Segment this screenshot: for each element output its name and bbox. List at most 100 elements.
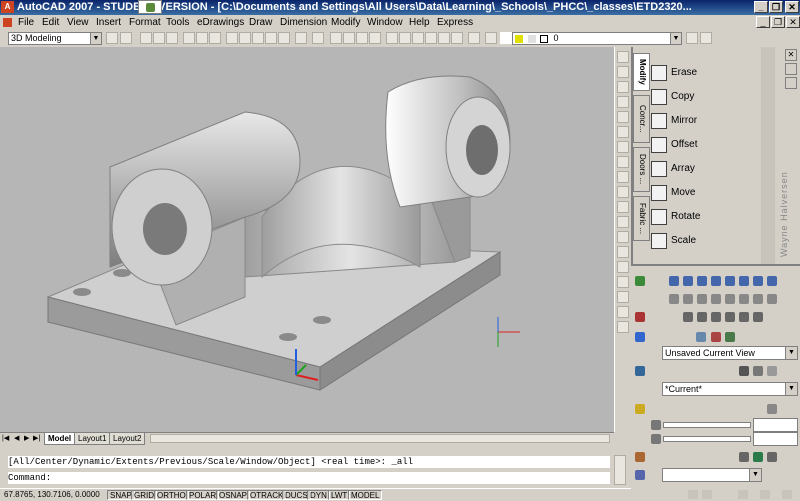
redo-icon[interactable] xyxy=(312,32,324,44)
multiline-text-icon[interactable] xyxy=(617,321,629,333)
ellipse-arc-icon[interactable] xyxy=(617,201,629,213)
menu-insert[interactable]: Insert xyxy=(96,15,121,30)
doc-restore-button[interactable]: ❐ xyxy=(771,16,785,28)
sheet-set-icon[interactable] xyxy=(425,32,437,44)
camera-icon[interactable] xyxy=(753,312,763,322)
doc-close-button[interactable]: ✕ xyxy=(786,16,800,28)
arc-icon[interactable] xyxy=(617,126,629,138)
toggle-lwt[interactable]: LWT xyxy=(328,490,351,500)
workspace-combo[interactable]: 3D Modeling ▼ xyxy=(8,32,102,45)
tab-next-arrow-icon[interactable]: ▶ xyxy=(24,434,29,442)
3d-orbit-icon[interactable] xyxy=(683,312,693,322)
fly-icon[interactable] xyxy=(739,312,749,322)
clean-screen-icon[interactable] xyxy=(782,490,792,499)
tray-settings-icon[interactable] xyxy=(760,490,770,499)
match-properties-icon[interactable] xyxy=(265,32,277,44)
plot-preview-icon[interactable] xyxy=(196,32,208,44)
chevron-down-icon[interactable]: ▼ xyxy=(785,383,797,395)
palette-tab-modify[interactable]: Modify xyxy=(633,53,650,91)
polyline-icon[interactable] xyxy=(617,81,629,93)
view-combo[interactable]: Unsaved Current View ▼ xyxy=(662,346,798,360)
quickcalc-icon[interactable] xyxy=(451,32,463,44)
palette-tab-doors[interactable]: Doors ... xyxy=(633,147,650,192)
zoom-realtime-icon[interactable] xyxy=(343,32,355,44)
tab-layout1[interactable]: Layout1 xyxy=(74,433,111,445)
revolve-icon[interactable] xyxy=(753,294,763,304)
rectangle-icon[interactable] xyxy=(617,111,629,123)
tab-layout2[interactable]: Layout2 xyxy=(109,433,146,445)
point-icon[interactable] xyxy=(617,246,629,258)
intersect-icon[interactable] xyxy=(697,294,707,304)
design-center-icon[interactable] xyxy=(399,32,411,44)
markup-icon[interactable] xyxy=(438,32,450,44)
chevron-down-icon[interactable]: ▼ xyxy=(670,33,681,44)
render-icon[interactable] xyxy=(635,470,645,480)
named-view-icon[interactable] xyxy=(696,332,706,342)
lightbulb-icon[interactable] xyxy=(500,32,512,44)
union-icon[interactable] xyxy=(669,294,679,304)
menu-edrawings[interactable]: eDrawings xyxy=(197,15,244,30)
extrude-icon[interactable] xyxy=(711,294,721,304)
sun-status-icon[interactable] xyxy=(767,404,777,414)
contrast-slider[interactable] xyxy=(663,436,751,442)
menu-express[interactable]: Express xyxy=(437,15,473,30)
open-folder-icon[interactable] xyxy=(153,32,165,44)
document-icon[interactable] xyxy=(3,18,12,27)
save-icon[interactable] xyxy=(166,32,178,44)
coordinate-readout[interactable]: 67.8765, 130.7106, 0.0000 xyxy=(2,490,104,500)
sweep-icon[interactable] xyxy=(739,294,749,304)
revision-cloud-icon[interactable] xyxy=(617,156,629,168)
visual-style-icon[interactable] xyxy=(635,366,645,376)
walk-icon[interactable] xyxy=(725,312,735,322)
paste-icon[interactable] xyxy=(252,32,264,44)
bolt-hole[interactable] xyxy=(313,316,331,324)
view-icon[interactable] xyxy=(635,332,645,342)
perspective-icon[interactable] xyxy=(711,332,721,342)
palette-tab-concrete[interactable]: Concr... xyxy=(633,95,650,143)
doc-minimize-button[interactable]: _ xyxy=(756,16,770,28)
command-input[interactable]: Command: xyxy=(8,472,610,484)
loft-icon[interactable] xyxy=(767,294,777,304)
line-icon[interactable] xyxy=(617,51,629,63)
subtract-icon[interactable] xyxy=(683,294,693,304)
tab-model[interactable]: Model xyxy=(44,433,76,445)
undo-icon[interactable] xyxy=(295,32,307,44)
toggle-otrack[interactable]: OTRACK xyxy=(247,490,287,500)
menu-modify[interactable]: Modify xyxy=(331,15,360,30)
comm-center-icon[interactable] xyxy=(688,490,698,499)
planar-surface-icon[interactable] xyxy=(767,276,777,286)
circle-icon[interactable] xyxy=(617,141,629,153)
palette-tab-fabric[interactable]: Fabric ... xyxy=(633,196,650,241)
right-boss-bore[interactable] xyxy=(466,125,498,175)
box-icon[interactable] xyxy=(669,276,679,286)
realistic-icon[interactable] xyxy=(767,366,777,376)
visual-style-combo[interactable]: *Current* ▼ xyxy=(662,382,798,396)
light-icon[interactable] xyxy=(635,404,645,414)
properties-icon[interactable] xyxy=(386,32,398,44)
parallel-icon[interactable] xyxy=(725,332,735,342)
help-icon[interactable] xyxy=(468,32,480,44)
workspace-settings-icon[interactable] xyxy=(106,32,118,44)
material-attach-icon[interactable] xyxy=(753,452,763,462)
copy-icon[interactable] xyxy=(239,32,251,44)
tool-offset[interactable]: Offset xyxy=(651,134,761,156)
chevron-down-icon[interactable]: ▼ xyxy=(749,469,761,481)
spline-icon[interactable] xyxy=(617,171,629,183)
toggle-dyn[interactable]: DYN xyxy=(307,490,330,500)
3d-pan-icon[interactable] xyxy=(697,312,707,322)
command-scrollbar[interactable] xyxy=(614,455,626,485)
3d-hidden-icon[interactable] xyxy=(753,366,763,376)
publish-icon[interactable] xyxy=(209,32,221,44)
toggle-model[interactable]: MODEL xyxy=(348,490,383,500)
3d-navigate-icon[interactable] xyxy=(635,312,645,322)
palette-scroll-track[interactable] xyxy=(761,47,775,264)
tool-copy[interactable]: Copy xyxy=(651,86,761,108)
tool-palettes-icon[interactable] xyxy=(412,32,424,44)
render-preset-combo[interactable]: ▼ xyxy=(662,468,762,482)
cut-icon[interactable] xyxy=(226,32,238,44)
make-block-icon[interactable] xyxy=(617,231,629,243)
tool-erase[interactable]: Erase xyxy=(651,62,761,84)
layer-combo[interactable]: 0 ▼ xyxy=(512,32,682,45)
chevron-down-icon[interactable]: ▼ xyxy=(785,347,797,359)
palette-autohide-icon[interactable] xyxy=(785,63,797,75)
